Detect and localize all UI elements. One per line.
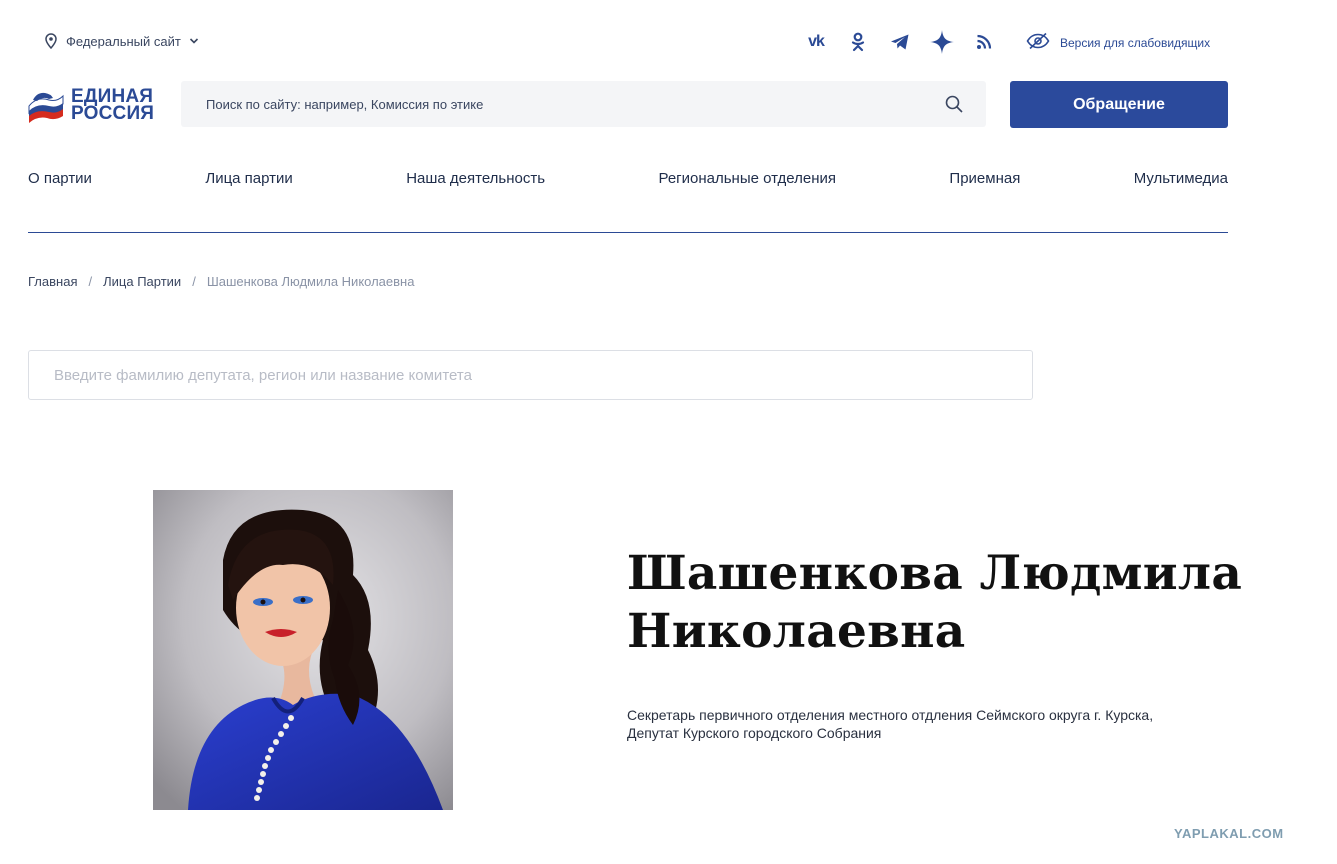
- position-line-1: Секретарь первичного отделения местного …: [627, 707, 1154, 723]
- name-line-2: Николаевна: [627, 604, 966, 659]
- party-logo[interactable]: ЕДИНАЯ РОССИЯ: [27, 84, 162, 126]
- deputy-search-input[interactable]: [54, 351, 1007, 399]
- bear-flag-logo-icon: [28, 92, 64, 123]
- telegram-icon[interactable]: [888, 30, 912, 54]
- nav-divider: [28, 232, 1228, 233]
- sparkle-icon[interactable]: [930, 30, 954, 54]
- profile-photo: [153, 490, 453, 810]
- rss-icon[interactable]: [972, 30, 996, 54]
- breadcrumb-separator: /: [88, 274, 93, 289]
- nav-item-multimedia[interactable]: Мультимедиа: [1134, 170, 1228, 190]
- chevron-down-icon: [189, 37, 199, 45]
- nav-item-activity[interactable]: Наша деятельность: [406, 170, 545, 190]
- top-bar: Федеральный сайт vk Версия для слабовидя…: [0, 0, 1337, 80]
- accessibility-version-link[interactable]: Версия для слабовидящих: [1026, 32, 1210, 53]
- region-selector[interactable]: Федеральный сайт: [44, 33, 199, 49]
- location-pin-icon: [44, 33, 58, 49]
- social-links: vk: [804, 30, 996, 54]
- name-line-1: Шашенкова Людмила: [627, 546, 1243, 601]
- deputy-search-box: [28, 350, 1033, 400]
- nav-item-reception[interactable]: Приемная: [949, 170, 1020, 190]
- logo-line-2: РОССИЯ: [71, 103, 155, 124]
- site-search-input[interactable]: [206, 96, 944, 112]
- eye-slash-icon: [1026, 32, 1050, 53]
- watermark: YAPLAKAL.COM: [1174, 826, 1284, 841]
- search-icon[interactable]: [944, 94, 964, 114]
- nav-item-about[interactable]: О партии: [28, 170, 92, 190]
- vk-icon[interactable]: vk: [804, 30, 828, 54]
- site-search-bar: [181, 81, 986, 127]
- profile-position: Секретарь первичного отделения местного …: [627, 706, 1247, 742]
- appeal-button[interactable]: Обращение: [1010, 81, 1228, 128]
- breadcrumb-home[interactable]: Главная: [28, 274, 77, 289]
- logo-text: ЕДИНАЯ РОССИЯ: [71, 87, 155, 124]
- nav-item-regions[interactable]: Региональные отделения: [658, 170, 836, 190]
- breadcrumb-section[interactable]: Лица Партии: [103, 274, 181, 289]
- breadcrumb-current: Шашенкова Людмила Николаевна: [206, 274, 415, 289]
- nav-item-faces[interactable]: Лица партии: [205, 170, 292, 190]
- main-nav: О партии Лица партии Наша деятельность Р…: [28, 170, 1228, 190]
- region-label: Федеральный сайт: [66, 33, 181, 49]
- profile-name: Шашенкова Людмила Николаевна: [627, 545, 1267, 661]
- breadcrumb-separator: /: [192, 274, 196, 289]
- position-line-2: Депутат Курского городского Собрания: [627, 725, 882, 741]
- breadcrumb: Главная / Лица Партии / Шашенкова Людмил…: [28, 274, 414, 289]
- accessibility-label: Версия для слабовидящих: [1060, 35, 1211, 50]
- portrait-image: [153, 490, 453, 810]
- odnoklassniki-icon[interactable]: [846, 30, 870, 54]
